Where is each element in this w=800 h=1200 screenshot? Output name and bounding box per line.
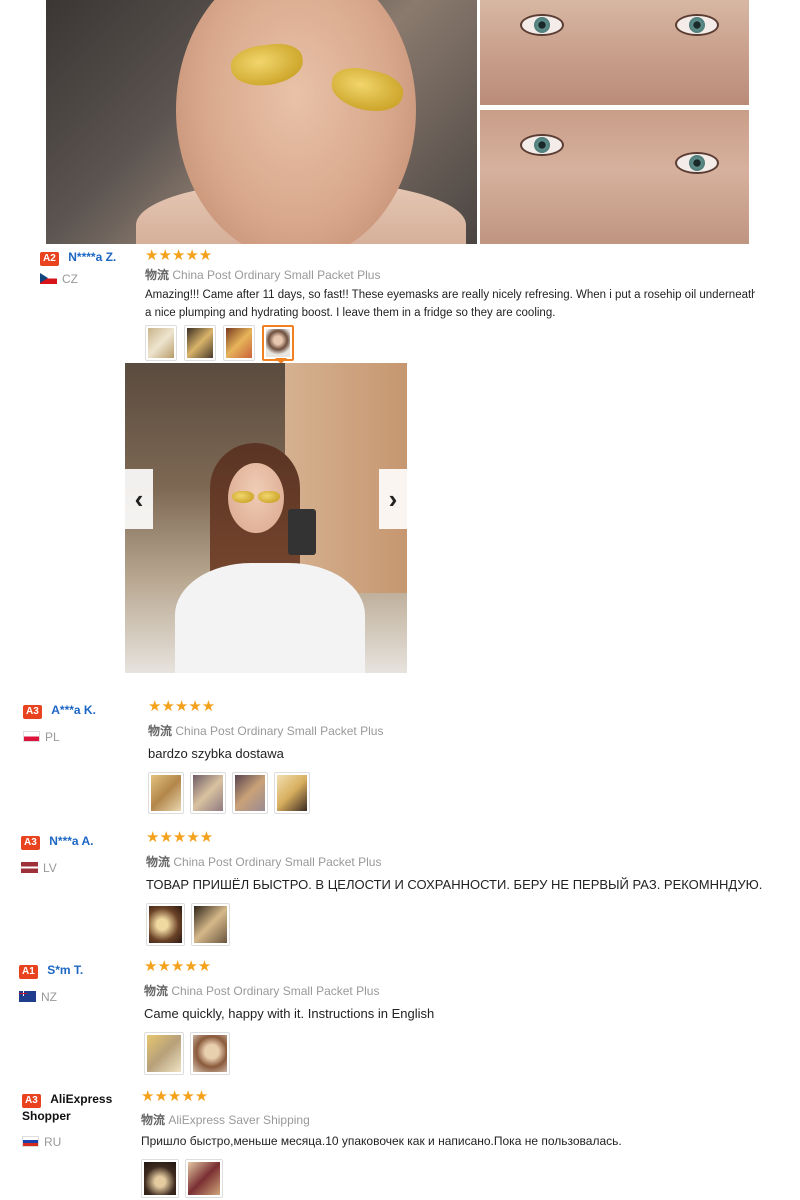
review-thumbnails: [141, 1159, 223, 1198]
eye-left: [520, 134, 564, 156]
reviewer-level-badge: A3: [22, 1094, 41, 1108]
reviewer-country: NZ: [19, 988, 57, 1006]
reviewer-info: A1 S*m T.: [19, 961, 83, 979]
flag-icon-lv: [21, 862, 38, 874]
reviewer-info: A2 N****a Z.: [40, 248, 116, 266]
review-thumbnail[interactable]: [223, 325, 255, 361]
review-text: Came quickly, happy with it. Instruction…: [144, 1006, 435, 1021]
photo-woman-eye-patches: [46, 0, 477, 244]
review-thumbnails: [145, 325, 294, 361]
chevron-right-icon[interactable]: ›: [379, 469, 407, 529]
review-thumbnails: [146, 903, 230, 946]
star-rating: ★★★★★: [141, 1088, 209, 1105]
review-text: Пришло быстро,меньше месяца.10 упаковоче…: [141, 1134, 622, 1148]
eye-right: [675, 14, 719, 36]
gold-eye-patch-right: [258, 491, 280, 503]
reviewer-name[interactable]: AliExpress: [50, 1092, 112, 1106]
shipping-method: 物流 China Post Ordinary Small Packet Plus: [145, 268, 381, 282]
review-thumbnail[interactable]: [141, 1159, 179, 1198]
review-thumbnail[interactable]: [191, 903, 230, 946]
flag-icon-ru: [22, 1136, 39, 1148]
shipping-method: 物流 China Post Ordinary Small Packet Plus: [144, 984, 380, 998]
reviewer-level-badge: A3: [21, 836, 40, 850]
reviewer-country: RU: [22, 1133, 61, 1151]
reviewer-info: A3 AliExpress Shopper: [22, 1090, 112, 1125]
photo-shirt: [175, 563, 365, 673]
reviewer-name[interactable]: N****a Z.: [68, 250, 116, 264]
reviewer-name[interactable]: S*m T.: [47, 963, 83, 977]
eye-right: [675, 152, 719, 174]
gold-eye-patch-left: [232, 491, 254, 503]
review-thumbnail[interactable]: [144, 1032, 184, 1075]
photo-face: [176, 0, 416, 244]
review-photo-collage[interactable]: [46, 0, 749, 244]
review-thumbnail-active[interactable]: [262, 325, 294, 361]
shipping-method: 物流 China Post Ordinary Small Packet Plus: [146, 855, 382, 869]
photo-eyes-before: [480, 0, 749, 105]
star-rating: ★★★★★: [148, 698, 216, 715]
photo-phone: [288, 509, 316, 555]
star-rating: ★★★★★: [146, 829, 214, 846]
chevron-left-icon[interactable]: ‹: [125, 469, 153, 529]
reviewer-name[interactable]: A***a K.: [51, 703, 96, 717]
reviewer-country: LV: [21, 859, 57, 877]
reviewer-name-line2[interactable]: Shopper: [22, 1108, 112, 1125]
shipping-method: 物流 China Post Ordinary Small Packet Plus: [148, 724, 384, 738]
review-text: Amazing!!! Came after 11 days, so fast!!…: [145, 289, 755, 319]
reviewer-name[interactable]: N***a A.: [49, 834, 93, 848]
reviewer-level-badge: A3: [23, 705, 42, 719]
reviewer-info: A3 A***a K.: [23, 701, 96, 719]
star-rating: ★★★★★: [145, 247, 213, 264]
flag-icon-cz: [40, 273, 57, 285]
reviewer-level-badge: A1: [19, 965, 38, 979]
review-image-viewer[interactable]: ‹ ›: [125, 363, 407, 673]
reviewer-info: A3 N***a A.: [21, 832, 94, 850]
eye-left: [520, 14, 564, 36]
review-thumbnail[interactable]: [185, 1159, 223, 1198]
review-thumbnail[interactable]: [145, 325, 177, 361]
review-text: bardzo szybka dostawa: [148, 746, 284, 761]
photo-eyes-after: [480, 110, 749, 244]
review-thumbnails: [144, 1032, 230, 1075]
review-thumbnail[interactable]: [146, 903, 185, 946]
reviewer-country: PL: [23, 728, 60, 746]
shipping-method: 物流 AliExpress Saver Shipping: [141, 1113, 310, 1127]
review-thumbnail[interactable]: [148, 772, 184, 814]
review-thumbnail[interactable]: [184, 325, 216, 361]
star-rating: ★★★★★: [144, 958, 212, 975]
review-text: ТОВАР ПРИШЁЛ БЫСТРО. В ЦЕЛОСТИ И СОХРАНН…: [146, 877, 763, 892]
review-thumbnails: [148, 772, 310, 814]
review-thumbnail[interactable]: [190, 772, 226, 814]
reviewer-country: CZ: [40, 270, 78, 288]
review-thumbnail[interactable]: [232, 772, 268, 814]
flag-icon-pl: [23, 731, 40, 743]
review-thumbnail[interactable]: [274, 772, 310, 814]
reviewer-level-badge: A2: [40, 252, 59, 266]
flag-icon-nz: [19, 991, 36, 1003]
review-thumbnail[interactable]: [190, 1032, 230, 1075]
